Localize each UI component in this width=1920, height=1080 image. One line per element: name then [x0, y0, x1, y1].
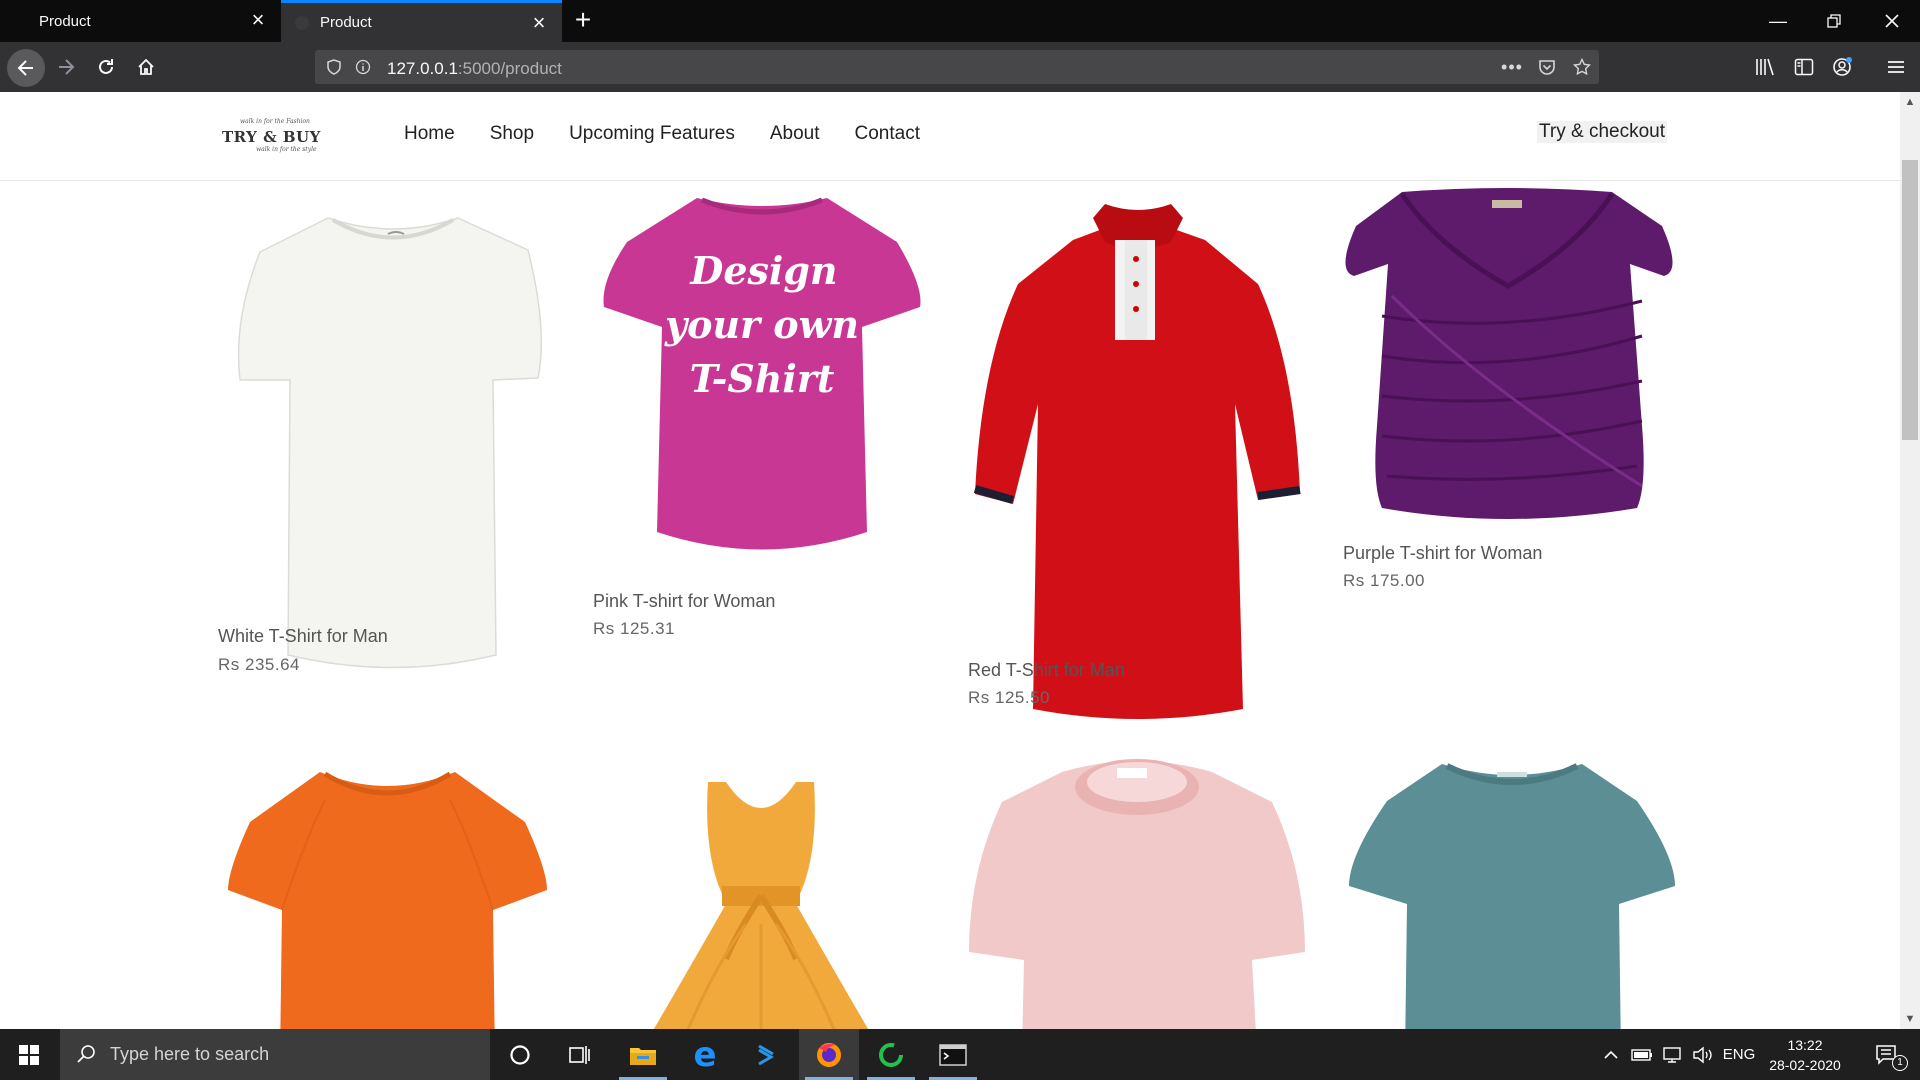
visual-studio-code-icon[interactable]: [737, 1029, 797, 1080]
scrollbar-thumb[interactable]: [1902, 160, 1918, 440]
nav-contact-link[interactable]: Contact: [855, 123, 920, 145]
back-arrow-icon[interactable]: [7, 49, 45, 87]
product-image-white-tshirt[interactable]: [238, 210, 548, 690]
battery-icon[interactable]: [1628, 1029, 1656, 1080]
product-image-light-pink-tshirt[interactable]: [967, 752, 1307, 1029]
account-icon[interactable]: [1830, 54, 1856, 80]
search-icon: [77, 1045, 95, 1063]
nav-about-link[interactable]: About: [770, 123, 820, 145]
library-icon[interactable]: [1752, 54, 1778, 80]
site-header: walk in for the Fashion TRY & BUY walk i…: [0, 92, 1900, 181]
browser-tab-1[interactable]: Product ×: [0, 0, 281, 42]
file-explorer-icon[interactable]: [613, 1029, 673, 1080]
show-hidden-icons-chevron-icon[interactable]: [1598, 1029, 1624, 1080]
site-logo[interactable]: walk in for the Fashion TRY & BUY walk i…: [218, 118, 322, 156]
product-name[interactable]: Red T-Shirt for Man: [968, 660, 1125, 681]
tab-favicon-icon: [295, 16, 309, 30]
taskbar-clock[interactable]: 13:22 28-02-2020: [1760, 1035, 1850, 1075]
browser-tab-bar: Product × Product × + —: [0, 0, 1920, 42]
input-language-indicator[interactable]: ENG: [1720, 1029, 1758, 1080]
browser-navigation-bar: 127.0.0.1:5000/product •••: [0, 42, 1920, 92]
bookmark-star-icon[interactable]: [1571, 56, 1593, 78]
cortana-icon[interactable]: [490, 1029, 550, 1080]
product-name[interactable]: Purple T-shirt for Woman: [1343, 543, 1542, 564]
nav-shop-link[interactable]: Shop: [490, 123, 534, 145]
close-tab-icon[interactable]: ×: [247, 9, 269, 31]
url-text[interactable]: 127.0.0.1:5000/product: [387, 59, 562, 79]
logo-brand: TRY & BUY: [222, 128, 321, 146]
notification-center-icon[interactable]: 1: [1864, 1029, 1910, 1080]
product-image-purple-top[interactable]: [1342, 186, 1676, 526]
sync-app-icon[interactable]: [861, 1029, 921, 1080]
logo-tagline-bottom: walk in for the style: [256, 146, 317, 153]
restore-window-icon[interactable]: [1806, 0, 1862, 42]
product-image-teal-tshirt[interactable]: [1347, 756, 1677, 1029]
address-bar[interactable]: 127.0.0.1:5000/product •••: [315, 50, 1599, 84]
volume-icon[interactable]: [1689, 1029, 1717, 1080]
page-actions-icon[interactable]: •••: [1501, 56, 1523, 78]
web-page: walk in for the Fashion TRY & BUY walk i…: [0, 92, 1920, 1029]
product-price: Rs 235.64: [218, 655, 300, 674]
product-image-orange-tshirt[interactable]: [225, 760, 550, 1029]
tab-title: Product: [320, 14, 372, 31]
windows-taskbar: Type here to search e ENG 13:22 28-02-20…: [0, 1029, 1920, 1080]
reload-icon[interactable]: [89, 50, 123, 84]
site-nav: Home Shop Upcoming Features About Contac…: [404, 123, 955, 145]
browser-tab-2[interactable]: Product ×: [281, 0, 562, 42]
sidebar-icon[interactable]: [1791, 54, 1817, 80]
product-image-pink-tshirt[interactable]: Design your own T-Shirt: [602, 192, 922, 567]
scroll-up-arrow-icon[interactable]: ▲: [1904, 96, 1916, 108]
product-image-red-polo[interactable]: [973, 204, 1303, 724]
product-price: Rs 175.00: [1343, 571, 1425, 590]
product-price: Rs 125.50: [968, 688, 1050, 707]
open-menu-icon[interactable]: [1883, 54, 1909, 80]
firefox-icon[interactable]: [799, 1029, 859, 1080]
network-icon[interactable]: [1659, 1029, 1687, 1080]
edge-browser-icon[interactable]: e: [675, 1029, 735, 1080]
close-tab-icon[interactable]: ×: [528, 12, 550, 34]
print-text-line-2: your own: [664, 302, 859, 347]
page-scrollbar[interactable]: ▲ ▼: [1900, 92, 1920, 1029]
command-prompt-icon[interactable]: [923, 1029, 983, 1080]
windows-start-icon[interactable]: [0, 1029, 58, 1080]
tracking-protection-shield-icon[interactable]: [323, 56, 345, 78]
new-tab-icon[interactable]: +: [568, 6, 598, 36]
tab-title: Product: [39, 12, 91, 30]
home-icon[interactable]: [129, 50, 163, 84]
pocket-icon[interactable]: [1536, 56, 1558, 78]
print-text-line-3: T-Shirt: [690, 356, 835, 401]
nav-home-link[interactable]: Home: [404, 123, 455, 145]
taskbar-search-box[interactable]: Type here to search: [60, 1029, 490, 1080]
minimize-window-icon[interactable]: —: [1750, 0, 1806, 42]
scroll-down-arrow-icon[interactable]: ▼: [1904, 1013, 1916, 1025]
close-window-icon[interactable]: [1864, 0, 1920, 42]
forward-arrow-icon[interactable]: [49, 50, 83, 84]
task-view-icon[interactable]: [550, 1029, 610, 1080]
logo-tagline-top: walk in for the Fashion: [240, 118, 310, 125]
product-price: Rs 125.31: [593, 619, 675, 638]
print-text-line-1: Design: [689, 248, 837, 293]
clock-date: 28-02-2020: [1769, 1057, 1841, 1073]
product-name[interactable]: White T-Shirt for Man: [218, 626, 388, 647]
clock-time: 13:22: [1787, 1037, 1823, 1053]
search-placeholder: Type here to search: [110, 1044, 270, 1064]
product-image-yellow-dress[interactable]: [646, 774, 876, 1029]
site-info-icon[interactable]: [352, 56, 374, 78]
product-name[interactable]: Pink T-shirt for Woman: [593, 591, 775, 612]
notification-count-badge: 1: [1892, 1055, 1908, 1071]
try-and-checkout-button[interactable]: Try & checkout: [1537, 121, 1668, 143]
nav-upcoming-features-link[interactable]: Upcoming Features: [569, 123, 735, 145]
